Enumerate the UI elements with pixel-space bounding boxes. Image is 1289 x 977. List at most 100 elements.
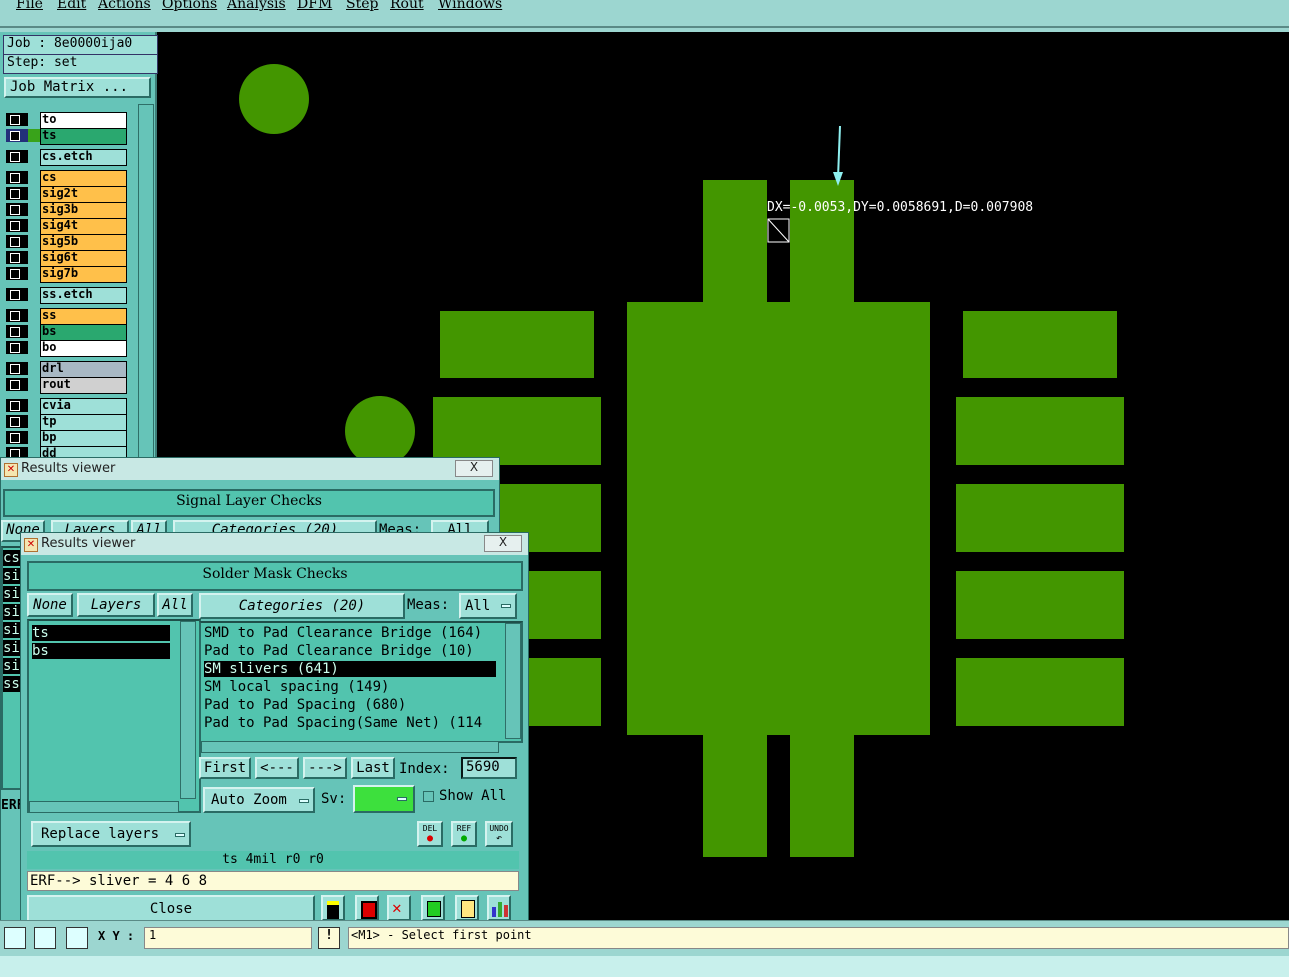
layer-name[interactable]: cvia xyxy=(40,398,127,415)
export-icon[interactable] xyxy=(421,895,445,921)
layer-name[interactable]: sig5b xyxy=(40,234,127,251)
job-matrix-button[interactable]: Job Matrix ... xyxy=(4,77,151,98)
layer-row-ts[interactable]: ts xyxy=(6,128,127,145)
list-item[interactable]: ts xyxy=(32,625,170,641)
notes-icon[interactable] xyxy=(455,895,479,921)
category-item[interactable]: SMD to Pad Clearance Bridge (164) xyxy=(204,625,496,641)
layer-name[interactable]: ss.etch xyxy=(40,287,127,304)
category-item[interactable]: SM local spacing (149) xyxy=(204,679,496,695)
layer-row-sig3b[interactable]: sig3b xyxy=(6,202,127,219)
layer-checkbox[interactable] xyxy=(6,235,28,248)
layer-row-cvia[interactable]: cvia xyxy=(6,398,127,415)
report-icon[interactable] xyxy=(355,895,379,921)
layer-row-ss[interactable]: ss xyxy=(6,308,127,325)
list-item[interactable]: ss xyxy=(3,676,21,692)
layer-name[interactable]: cs xyxy=(40,170,127,187)
layer-checkbox[interactable] xyxy=(6,288,28,301)
tool-icon[interactable] xyxy=(4,927,26,949)
first-button[interactable]: First xyxy=(199,757,251,779)
undo-button[interactable]: UNDO ↶ xyxy=(485,821,513,847)
last-button[interactable]: Last xyxy=(351,757,395,779)
layer-checkbox[interactable] xyxy=(6,203,28,216)
layer-checkbox[interactable] xyxy=(6,187,28,200)
categories-hscrollbar[interactable] xyxy=(201,741,499,753)
layer-scrollbar[interactable] xyxy=(138,104,154,464)
layer-row-cs[interactable]: cs xyxy=(6,170,127,187)
replace-layers-dropdown[interactable]: Replace layers xyxy=(31,821,191,847)
layer-name[interactable]: bo xyxy=(40,340,127,357)
menu-analysis[interactable]: Analysis xyxy=(227,0,286,12)
list-item[interactable]: si xyxy=(3,640,21,656)
layer-checkbox[interactable] xyxy=(6,362,28,375)
index-input[interactable]: 5690 xyxy=(461,757,517,779)
meas-dropdown[interactable]: All xyxy=(459,593,517,619)
layer-name[interactable]: drl xyxy=(40,361,127,378)
menu-windows[interactable]: Windows xyxy=(438,0,502,12)
layers-scrollbar[interactable] xyxy=(180,621,196,799)
close-window-button[interactable]: X xyxy=(455,460,493,477)
menu-dfm[interactable]: DFM xyxy=(297,0,332,12)
severity-dropdown[interactable] xyxy=(353,785,415,813)
layer-name[interactable]: cs.etch xyxy=(40,149,127,166)
layers-list[interactable]: ts bs xyxy=(27,619,201,813)
list-item[interactable]: si xyxy=(3,604,21,620)
layer-checkbox[interactable] xyxy=(6,219,28,232)
layer-row-sig5b[interactable]: sig5b xyxy=(6,234,127,251)
list-item[interactable]: si xyxy=(3,568,21,584)
categories-list[interactable]: SMD to Pad Clearance Bridge (164) Pad to … xyxy=(199,621,523,743)
layer-row-to[interactable]: to xyxy=(6,112,127,129)
layer-checkbox[interactable] xyxy=(6,129,28,142)
layer-checkbox[interactable] xyxy=(6,150,28,163)
layer-checkbox[interactable] xyxy=(6,431,28,444)
layer-name[interactable]: sig3b xyxy=(40,202,127,219)
layer-name[interactable]: bp xyxy=(40,430,127,447)
layer-row-bs[interactable]: bs xyxy=(6,324,127,341)
layer-row-sig6t[interactable]: sig6t xyxy=(6,250,127,267)
layer-row-cs-etch[interactable]: cs.etch xyxy=(6,149,127,166)
layer-row-rout[interactable]: rout xyxy=(6,377,127,394)
layer-checkbox[interactable] xyxy=(6,113,28,126)
menu-rout[interactable]: Rout xyxy=(390,0,424,12)
layer-checkbox[interactable] xyxy=(6,267,28,280)
layer-name[interactable]: rout xyxy=(40,377,127,394)
category-item[interactable]: Pad to Pad Spacing (680) xyxy=(204,697,496,713)
layer-name[interactable]: sig2t xyxy=(40,186,127,203)
layer-row-ss-etch[interactable]: ss.etch xyxy=(6,287,127,304)
menu-file[interactable]: File xyxy=(16,0,43,12)
next-button[interactable]: ---> xyxy=(303,757,347,779)
layer-name[interactable]: to xyxy=(40,112,127,129)
layer-row-sig2t[interactable]: sig2t xyxy=(6,186,127,203)
grid-icon[interactable] xyxy=(66,927,88,949)
menu-actions[interactable]: Actions xyxy=(98,0,151,12)
categories-button[interactable]: Categories (20) xyxy=(199,593,405,619)
list-item[interactable]: si xyxy=(3,586,21,602)
layer-checkbox[interactable] xyxy=(6,378,28,391)
categories-scrollbar[interactable] xyxy=(505,623,521,739)
layer-row-drl[interactable]: drl xyxy=(6,361,127,378)
category-item[interactable]: SM slivers (641) xyxy=(204,661,496,677)
close-window-button[interactable]: X xyxy=(484,535,522,552)
category-item[interactable]: Pad to Pad Clearance Bridge (10) xyxy=(204,643,496,659)
none-button[interactable]: None xyxy=(27,593,73,617)
chart-icon[interactable] xyxy=(487,895,511,921)
layer-name[interactable]: sig7b xyxy=(40,266,127,283)
list-item[interactable]: cs xyxy=(3,550,21,566)
show-all-checkbox[interactable] xyxy=(423,791,434,802)
list-item[interactable]: si xyxy=(3,658,21,674)
tool-icon[interactable] xyxy=(34,927,56,949)
layer-checkbox[interactable] xyxy=(6,251,28,264)
layer-row-sig4t[interactable]: sig4t xyxy=(6,218,127,235)
layer-name[interactable]: sig4t xyxy=(40,218,127,235)
layer-checkbox[interactable] xyxy=(6,341,28,354)
list-item[interactable]: si xyxy=(3,622,21,638)
layer-name[interactable]: ts xyxy=(40,128,127,145)
category-item[interactable]: Pad to Pad Spacing(Same Net) (114 xyxy=(204,715,496,731)
prev-button[interactable]: <--- xyxy=(255,757,299,779)
xy-input[interactable]: 1 xyxy=(144,927,312,949)
layer-checkbox[interactable] xyxy=(6,309,28,322)
layer-row-tp[interactable]: tp xyxy=(6,414,127,431)
menu-edit[interactable]: Edit xyxy=(57,0,86,12)
layer-name[interactable]: ss xyxy=(40,308,127,325)
ref-button[interactable]: REF ● xyxy=(451,821,477,847)
layer-checkbox[interactable] xyxy=(6,415,28,428)
